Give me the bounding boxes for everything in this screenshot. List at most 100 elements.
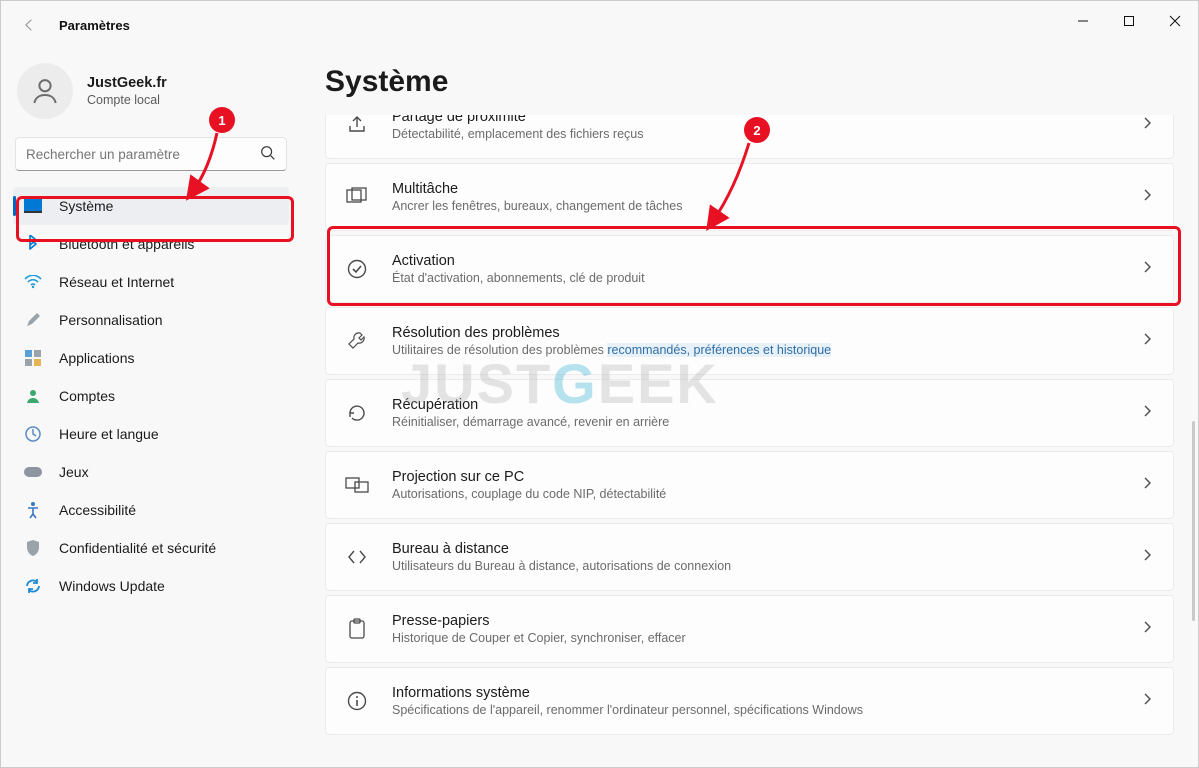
card-title: Projection sur ce PC — [392, 469, 1141, 485]
search-input[interactable] — [15, 137, 287, 171]
settings-window: Paramètres JustGeek.fr Compte local — [0, 0, 1199, 768]
card-title: Récupération — [392, 397, 1141, 413]
close-button[interactable] — [1152, 1, 1198, 41]
sidebar-item-applications[interactable]: Applications — [13, 339, 289, 377]
share-icon — [344, 115, 370, 136]
sidebar-item-label: Jeux — [59, 464, 89, 480]
search-icon — [259, 144, 277, 167]
sidebar-item-label: Confidentialité et sécurité — [59, 540, 216, 556]
chevron-right-icon — [1141, 404, 1155, 423]
card-title: Partage de proximité — [392, 115, 1141, 125]
chevron-right-icon — [1141, 548, 1155, 567]
card-bureau-distance[interactable]: Bureau à distance Utilisateurs du Bureau … — [325, 523, 1174, 591]
card-activation[interactable]: Activation État d'activation, abonnements… — [325, 235, 1174, 303]
search-box — [15, 137, 287, 171]
bluetooth-icon — [23, 234, 43, 254]
apps-icon — [23, 348, 43, 368]
chevron-right-icon — [1141, 260, 1155, 279]
sidebar-item-label: Personnalisation — [59, 312, 163, 328]
card-subtitle: Ancrer les fenêtres, bureaux, changement… — [392, 199, 1141, 213]
card-recuperation[interactable]: RécupérationRéinitialiser, démarrage ava… — [325, 379, 1174, 447]
card-subtitle: Utilitaires de résolution des problèmes … — [392, 343, 1141, 357]
multitask-icon — [344, 187, 370, 207]
sidebar-item-jeux[interactable]: Jeux — [13, 453, 289, 491]
sidebar-item-label: Comptes — [59, 388, 115, 404]
card-multitache[interactable]: Multitâche Ancrer les fenêtres, bureaux, … — [325, 163, 1174, 231]
arrow-left-icon — [21, 17, 37, 33]
card-title: Informations système — [392, 685, 1141, 701]
card-subtitle: Historique de Couper et Copier, synchron… — [392, 631, 1141, 645]
chevron-right-icon — [1141, 620, 1155, 639]
monitor-icon — [23, 196, 43, 216]
sidebar-item-update[interactable]: Windows Update — [13, 567, 289, 605]
scrollbar[interactable] — [1192, 421, 1195, 621]
clipboard-icon — [344, 618, 370, 640]
wifi-icon — [23, 272, 43, 292]
titlebar: Paramètres — [1, 1, 1198, 49]
card-title: Résolution des problèmes — [392, 325, 1141, 341]
wrench-icon — [344, 330, 370, 352]
info-icon — [344, 690, 370, 712]
sidebar-item-label: Bluetooth et appareils — [59, 236, 194, 252]
card-resolution[interactable]: Résolution des problèmes Utilitaires de r… — [325, 307, 1174, 375]
card-infos-systeme[interactable]: Informations système Spécifications de l'… — [325, 667, 1174, 735]
account-block[interactable]: JustGeek.fr Compte local — [17, 63, 289, 119]
sidebar-item-label: Système — [59, 198, 113, 214]
chevron-right-icon — [1141, 692, 1155, 711]
sidebar-item-comptes[interactable]: Comptes — [13, 377, 289, 415]
window-title: Paramètres — [59, 18, 130, 33]
avatar — [17, 63, 73, 119]
sidebar-item-personnalisation[interactable]: Personnalisation — [13, 301, 289, 339]
accessibility-icon — [23, 500, 43, 520]
close-icon — [1169, 15, 1181, 27]
person-icon — [23, 386, 43, 406]
minimize-icon — [1077, 15, 1089, 27]
chevron-right-icon — [1141, 188, 1155, 207]
card-partage[interactable]: Partage de proximité Détectabilité, empla… — [325, 115, 1174, 159]
card-projection[interactable]: Projection sur ce PC Autorisations, coupl… — [325, 451, 1174, 519]
card-presse-papiers[interactable]: Presse-papiers Historique de Couper et Co… — [325, 595, 1174, 663]
card-title: Bureau à distance — [392, 541, 1141, 557]
sidebar: JustGeek.fr Compte local Système Bluetoo… — [1, 49, 301, 767]
card-title: Presse-papiers — [392, 613, 1141, 629]
card-title: Activation — [392, 253, 1141, 269]
recovery-icon — [344, 402, 370, 424]
sidebar-item-label: Heure et langue — [59, 426, 159, 442]
chevron-right-icon — [1141, 476, 1155, 495]
sidebar-item-label: Réseau et Internet — [59, 274, 174, 290]
nav-list: Système Bluetooth et appareils Réseau et… — [13, 187, 289, 605]
settings-cards: Partage de proximité Détectabilité, empla… — [325, 115, 1174, 735]
person-icon — [29, 75, 61, 107]
sidebar-item-reseau[interactable]: Réseau et Internet — [13, 263, 289, 301]
project-icon — [344, 476, 370, 494]
update-icon — [23, 576, 43, 596]
chevron-right-icon — [1141, 332, 1155, 351]
maximize-icon — [1123, 15, 1135, 27]
maximize-button[interactable] — [1106, 1, 1152, 41]
card-title: Multitâche — [392, 181, 1141, 197]
sidebar-item-accessibilite[interactable]: Accessibilité — [13, 491, 289, 529]
gamepad-icon — [23, 462, 43, 482]
remote-icon — [344, 548, 370, 566]
sidebar-item-label: Windows Update — [59, 578, 165, 594]
window-controls — [1060, 1, 1198, 41]
check-circle-icon — [344, 258, 370, 280]
card-subtitle: Détectabilité, emplacement des fichiers … — [392, 127, 1141, 141]
sidebar-item-systeme[interactable]: Système — [13, 187, 289, 225]
card-subtitle: État d'activation, abonnements, clé de p… — [392, 271, 1141, 285]
card-subtitle: Utilisateurs du Bureau à distance, autor… — [392, 559, 1141, 573]
sidebar-item-label: Applications — [59, 350, 135, 366]
sidebar-item-label: Accessibilité — [59, 502, 136, 518]
card-subtitle: Autorisations, couplage du code NIP, dét… — [392, 487, 1141, 501]
back-button[interactable] — [13, 9, 45, 41]
chevron-right-icon — [1141, 116, 1155, 135]
sidebar-item-confidentialite[interactable]: Confidentialité et sécurité — [13, 529, 289, 567]
sidebar-item-bluetooth[interactable]: Bluetooth et appareils — [13, 225, 289, 263]
shield-icon — [23, 538, 43, 558]
account-subtitle: Compte local — [87, 93, 167, 107]
account-name: JustGeek.fr — [87, 75, 167, 91]
minimize-button[interactable] — [1060, 1, 1106, 41]
brush-icon — [23, 310, 43, 330]
sidebar-item-heure[interactable]: Heure et langue — [13, 415, 289, 453]
card-subtitle: Spécifications de l'appareil, renommer l… — [392, 703, 1141, 717]
